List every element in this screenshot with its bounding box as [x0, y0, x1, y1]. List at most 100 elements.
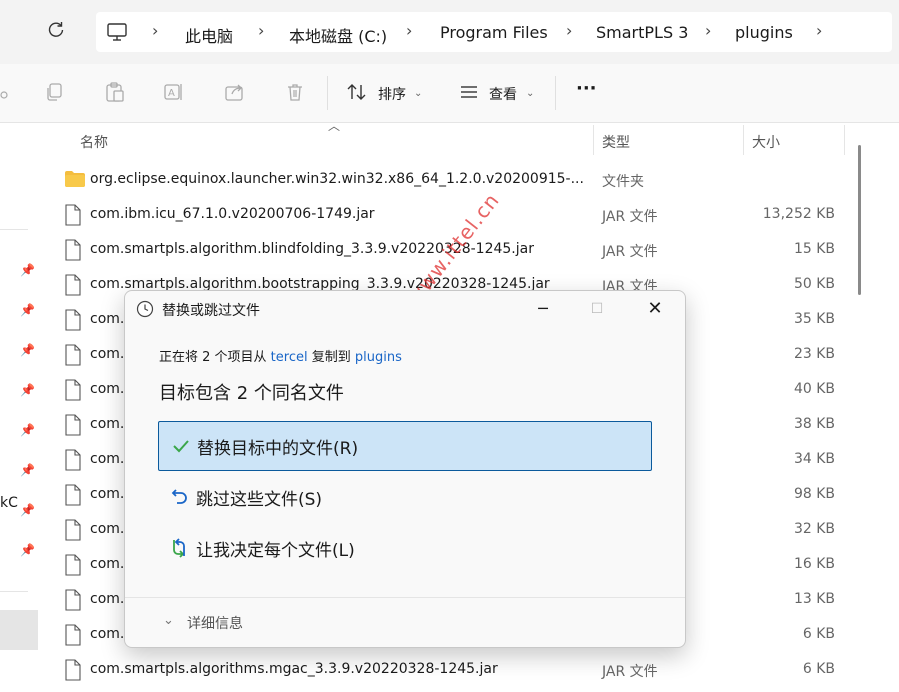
rename-icon[interactable]: A [163, 81, 187, 105]
file-icon [64, 379, 82, 405]
view-button[interactable]: 查看 [489, 84, 517, 104]
scrollbar-thumb[interactable] [858, 145, 861, 295]
breadcrumb-item-local-disk[interactable]: 本地磁盘 (C:) [289, 23, 387, 47]
file-size: 6 KB [802, 626, 835, 642]
option-label: 跳过这些文件(S) [196, 490, 323, 510]
file-name: com. [90, 591, 125, 607]
column-divider[interactable] [844, 125, 845, 155]
more-details-button[interactable]: 详细信息 [187, 613, 243, 633]
toolbar-divider [555, 76, 556, 110]
file-name: com.ibm.icu_67.1.0.v20200706-1749.jar [90, 206, 375, 222]
file-icon [64, 309, 82, 335]
pin-icon[interactable]: 📌 [20, 423, 35, 437]
pin-icon[interactable]: 📌 [20, 303, 35, 317]
file-size: 13 KB [793, 591, 835, 607]
clock-icon [136, 300, 154, 322]
divider [0, 591, 28, 592]
skip-files-option[interactable]: 跳过这些文件(S) [158, 473, 650, 521]
divider [0, 229, 28, 230]
column-divider[interactable] [743, 125, 744, 155]
source-folder-link[interactable]: tercel [271, 350, 308, 365]
dialog-heading: 目标包含 2 个同名文件 [159, 383, 344, 404]
file-row[interactable]: org.eclipse.equinox.launcher.win32.win32… [60, 162, 850, 197]
breadcrumb-item-this-pc[interactable]: 此电脑 [185, 23, 233, 47]
file-name: com. [90, 451, 125, 467]
pin-icon[interactable]: 📌 [20, 503, 35, 517]
pin-icon[interactable]: 📌 [20, 383, 35, 397]
minimize-button[interactable]: ─ [523, 297, 563, 321]
file-icon [64, 519, 82, 545]
skip-arrow-icon [170, 487, 190, 507]
option-label: 替换目标中的文件(R) [197, 439, 359, 459]
file-size: 6 KB [802, 661, 835, 677]
paste-icon[interactable] [104, 81, 128, 105]
breadcrumb-item-plugins[interactable]: plugins [735, 23, 793, 42]
dialog-subtitle: 正在将 2 个项目从 tercel 复制到 plugins [159, 346, 402, 365]
breadcrumb-item-program-files[interactable]: Program Files [440, 23, 548, 42]
breadcrumb-item-smartpls[interactable]: SmartPLS 3 [596, 23, 688, 42]
breadcrumb[interactable]: › 此电脑 › 本地磁盘 (C:) › Program Files › Smar… [96, 12, 892, 52]
sort-up-icon: ︿ [328, 119, 341, 133]
replace-files-option[interactable]: 替换目标中的文件(R) [158, 421, 652, 471]
command-bar: A 排序 ⌄ 查看 ⌄ ··· [0, 64, 899, 123]
chevron-down-icon[interactable]: ⌄ [163, 613, 174, 628]
chevron-down-icon[interactable]: ⌄ [526, 88, 534, 99]
sidebar-item-label[interactable]: kC [0, 495, 18, 511]
chevron-right-icon[interactable]: › [816, 21, 822, 40]
close-button[interactable]: ✕ [635, 297, 675, 321]
replace-or-skip-dialog: 替换或跳过文件 ─ ☐ ✕ 正在将 2 个项目从 tercel 复制到 plug… [124, 290, 686, 648]
file-icon [64, 344, 82, 370]
file-type: 文件夹 [602, 174, 644, 190]
cut-icon[interactable] [0, 81, 16, 105]
file-size: 23 KB [793, 346, 835, 362]
copy-icon[interactable] [44, 81, 68, 105]
view-icon[interactable] [458, 81, 482, 105]
file-name: org.eclipse.equinox.launcher.win32.win32… [90, 171, 584, 187]
column-type[interactable]: 类型 [602, 132, 630, 152]
checkmark-icon [171, 436, 191, 456]
refresh-icon[interactable] [44, 20, 68, 44]
delete-icon[interactable] [284, 81, 308, 105]
sort-button[interactable]: 排序 [378, 84, 406, 104]
chevron-right-icon[interactable]: › [258, 21, 264, 40]
column-name[interactable]: 名称 [80, 132, 108, 152]
column-size[interactable]: 大小 [752, 132, 780, 152]
decide-each-file-option[interactable]: 让我决定每个文件(L) [158, 524, 650, 572]
file-name: com. [90, 381, 125, 397]
file-size: 32 KB [793, 521, 835, 537]
file-icon [64, 484, 82, 510]
pin-icon[interactable]: 📌 [20, 263, 35, 277]
decide-icon [170, 538, 190, 558]
share-icon[interactable] [224, 81, 248, 105]
file-icon [64, 274, 82, 300]
file-icon [64, 554, 82, 580]
pin-icon[interactable]: 📌 [20, 343, 35, 357]
chevron-right-icon[interactable]: › [406, 21, 412, 40]
more-options-button[interactable]: ··· [576, 78, 597, 99]
file-size: 50 KB [793, 276, 835, 292]
file-size: 35 KB [793, 311, 835, 327]
chevron-down-icon[interactable]: ⌄ [414, 88, 422, 99]
file-name: com. [90, 521, 125, 537]
column-header: ︿ 名称 类型 大小 [40, 119, 860, 157]
file-name: com. [90, 311, 125, 327]
file-type: JAR 文件 [602, 244, 658, 260]
pin-icon[interactable]: 📌 [20, 543, 35, 557]
chevron-right-icon[interactable]: › [566, 21, 572, 40]
pin-icon[interactable]: 📌 [20, 463, 35, 477]
file-type: JAR 文件 [602, 664, 658, 680]
computer-icon[interactable] [106, 21, 128, 47]
file-icon [64, 589, 82, 615]
dialog-titlebar: 替换或跳过文件 ─ ☐ ✕ [125, 291, 685, 327]
maximize-button[interactable]: ☐ [577, 297, 617, 321]
column-divider[interactable] [593, 125, 594, 155]
navigation-pane: 📌 📌 📌 📌 📌 📌 📌 📌 [0, 123, 40, 692]
file-row[interactable]: com.smartpls.algorithms.mgac_3.3.9.v2022… [60, 652, 850, 687]
chevron-right-icon[interactable]: › [705, 21, 711, 40]
sort-icon[interactable] [346, 81, 370, 105]
file-icon [64, 624, 82, 650]
destination-folder-link[interactable]: plugins [355, 350, 402, 365]
file-size: 38 KB [793, 416, 835, 432]
sidebar-item-selected[interactable] [0, 610, 38, 650]
file-size: 98 KB [793, 486, 835, 502]
